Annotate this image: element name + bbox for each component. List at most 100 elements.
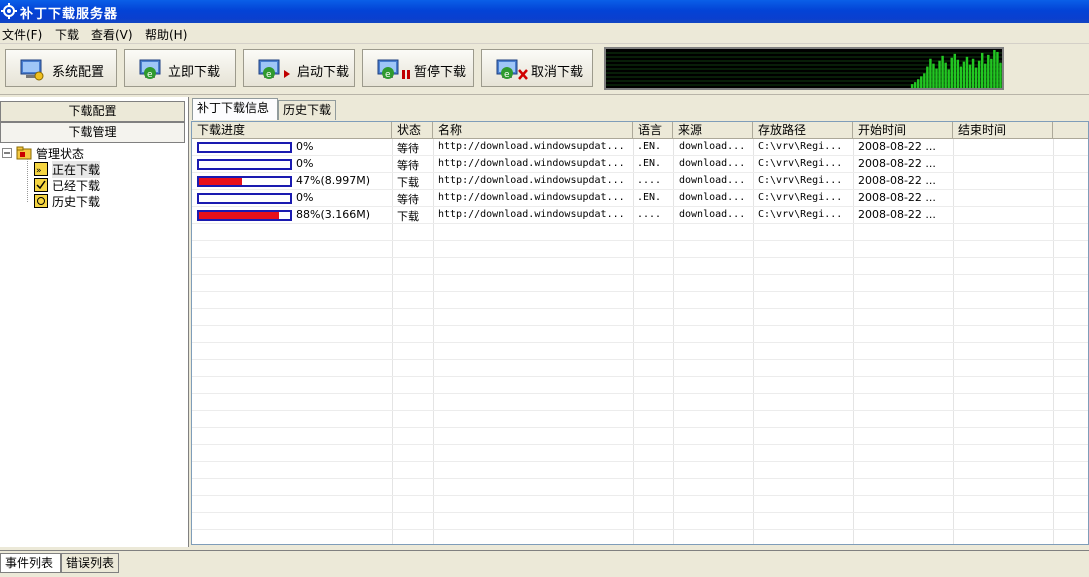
table-row[interactable]: 0% 等待 http://download.windowsupdat... .EN. d… <box>192 139 1088 156</box>
graph-bar <box>962 61 966 88</box>
col-language[interactable]: 语言 <box>633 122 673 139</box>
graph-bar <box>999 62 1002 88</box>
row-source: download... <box>679 141 746 152</box>
row-divider <box>192 291 1088 292</box>
checkmark-icon <box>34 178 48 192</box>
row-start-time: 2008-08-22 ... <box>858 191 936 204</box>
row-divider <box>192 529 1088 530</box>
progress-bar <box>197 142 292 153</box>
progress-text: 0% <box>296 140 314 153</box>
row-divider <box>192 155 1088 156</box>
tab-history[interactable]: 历史下载 <box>278 100 336 120</box>
table-row[interactable]: 0% 等待 http://download.windowsupdat... .EN. d… <box>192 190 1088 207</box>
graph-bar <box>987 54 990 88</box>
row-name: http://download.windowsupdat... <box>438 192 625 203</box>
table-row[interactable]: 0% 等待 http://download.windowsupdat... .EN. d… <box>192 156 1088 173</box>
row-name: http://download.windowsupdat... <box>438 141 625 152</box>
graph-bar <box>956 59 960 88</box>
graph-bar <box>935 68 938 88</box>
graph-bar <box>996 51 999 88</box>
col-name[interactable]: 名称 <box>433 122 633 139</box>
graph-bar <box>974 67 978 88</box>
row-start-time: 2008-08-22 ... <box>858 157 936 170</box>
activity-graph <box>604 47 1004 90</box>
row-divider <box>192 478 1088 479</box>
tab-patch-info[interactable]: 补丁下载信息 <box>192 98 278 120</box>
start-download-button[interactable]: e 启动下载 <box>243 49 355 87</box>
row-path: C:\vrv\Regi... <box>758 209 843 220</box>
menu-view[interactable]: 查看(V) <box>91 26 133 43</box>
graph-bar <box>977 60 981 88</box>
graph-bar <box>929 58 932 88</box>
tree-collapse-icon[interactable] <box>2 148 13 159</box>
system-config-button[interactable]: 系统配置 <box>5 49 117 87</box>
graph-bar <box>944 62 947 88</box>
row-source: download... <box>679 209 746 220</box>
graph-bar <box>990 58 993 88</box>
window-title: 补丁下载服务器 <box>20 7 119 22</box>
graph-bar <box>965 56 969 88</box>
row-source: download... <box>679 192 746 203</box>
graph-bar <box>926 66 929 88</box>
graph-bar <box>910 84 914 88</box>
tree-line <box>27 159 29 202</box>
row-name: http://download.windowsupdat... <box>438 209 625 220</box>
row-divider <box>192 512 1088 513</box>
table-row[interactable]: 47%(8.997M) 下载 http://download.windowsupda… <box>192 173 1088 190</box>
row-status: 下载 <box>397 176 419 189</box>
tree-root-label: 管理状态 <box>36 147 85 161</box>
col-end-time[interactable]: 结束时间 <box>953 122 1053 139</box>
col-start-time[interactable]: 开始时间 <box>853 122 953 139</box>
row-divider <box>192 325 1088 326</box>
menu-download[interactable]: 下载 <box>55 26 79 43</box>
row-divider <box>192 427 1088 428</box>
col-path[interactable]: 存放路径 <box>753 122 853 139</box>
row-language: .EN. <box>637 158 662 169</box>
menu-help[interactable]: 帮助(H) <box>145 26 187 43</box>
row-divider <box>192 410 1088 411</box>
row-divider <box>192 274 1088 275</box>
graph-bar <box>950 57 953 88</box>
tab-event-list[interactable]: 事件列表 <box>0 553 61 573</box>
pause-download-button[interactable]: e 暂停下载 <box>362 49 474 87</box>
cancel-download-button[interactable]: e 取消下载 <box>481 49 593 87</box>
graph-bar <box>968 64 972 88</box>
graph-bar <box>971 58 975 88</box>
table-row[interactable]: 88%(3.166M) 下载 http://download.windowsupda… <box>192 207 1088 224</box>
row-divider <box>192 308 1088 309</box>
download-manage-button[interactable]: 下载管理 <box>0 122 185 143</box>
row-status: 等待 <box>397 142 419 155</box>
graph-bar <box>984 63 987 88</box>
computer-ie-icon: e <box>139 59 161 80</box>
progress-text: 0% <box>296 157 314 170</box>
tab-error-list[interactable]: 错误列表 <box>61 553 119 573</box>
row-divider <box>192 495 1088 496</box>
progress-fill <box>199 212 280 219</box>
title-bar: 补丁下载服务器 <box>0 0 1089 23</box>
col-progress[interactable]: 下载进度 <box>192 122 392 139</box>
row-divider <box>192 240 1088 241</box>
cancel-download-label: 取消下载 <box>531 65 584 80</box>
history-icon <box>34 194 48 208</box>
download-now-button[interactable]: e 立即下载 <box>124 49 236 87</box>
graph-bar <box>920 76 923 88</box>
graph-bar <box>941 55 944 88</box>
bottom-bar: 事件列表 错误列表 <box>0 550 1089 577</box>
tree-item-downloaded-label: 已经下载 <box>52 179 101 193</box>
row-divider <box>192 172 1088 173</box>
pause-download-label: 暂停下载 <box>414 65 467 80</box>
col-source[interactable]: 来源 <box>673 122 753 139</box>
progress-fill <box>199 178 242 185</box>
tree-item-history-label: 历史下载 <box>52 195 101 209</box>
row-source: download... <box>679 175 746 186</box>
left-panel: 下载配置 下载管理 管理状态 » 正在下载 已经下载 历史下载 <box>0 97 189 547</box>
row-name: http://download.windowsupdat... <box>438 158 625 169</box>
col-status[interactable]: 状态 <box>392 122 433 139</box>
svg-text:»: » <box>36 166 42 176</box>
graph-bar <box>923 73 926 88</box>
download-config-button[interactable]: 下载配置 <box>0 101 185 122</box>
download-list[interactable]: 下载进度 状态 名称 语言 来源 存放路径 开始时间 结束时间 0% 等待 http… <box>191 121 1089 545</box>
downloading-icon: » <box>34 162 48 176</box>
graph-bar <box>917 79 920 88</box>
menu-file[interactable]: 文件(F) <box>2 26 42 43</box>
